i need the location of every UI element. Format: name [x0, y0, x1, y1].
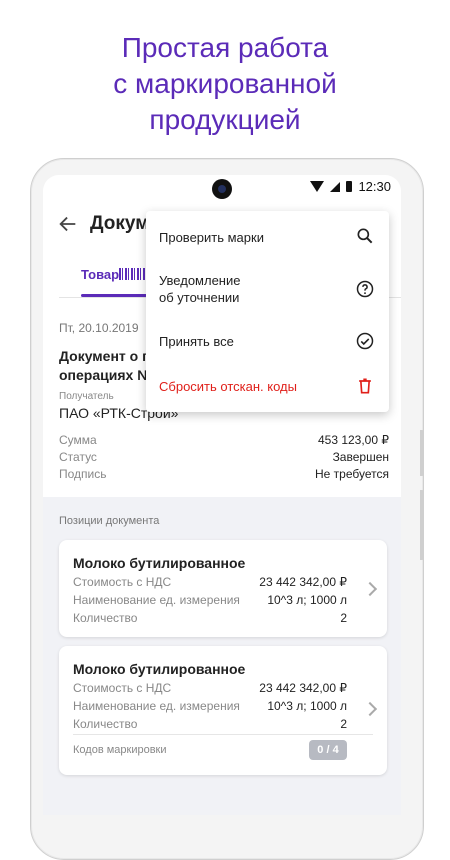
promo-headline: Простая работа с маркированной продукцие…: [0, 30, 450, 138]
row-label: Наименование ед. измерения: [73, 593, 240, 607]
row-label: Стоимость с НДС: [73, 575, 172, 589]
search-icon: [357, 228, 373, 244]
signal-icon: [330, 181, 341, 192]
phone-volume-button: [420, 430, 424, 476]
front-camera: [212, 179, 232, 199]
row-value: 10^3 л; 1000 л: [267, 699, 347, 713]
document-title-line-2: операциях №: [59, 367, 153, 383]
barcode-icon: [119, 268, 145, 280]
row-value: 23 442 342,00 ₽: [259, 681, 347, 695]
field-value: Завершен: [332, 450, 389, 464]
document-date: Пт, 20.10.2019: [59, 321, 139, 335]
menu-item-check-marks[interactable]: Проверить марки: [146, 211, 389, 261]
field-label: Подпись: [59, 467, 107, 481]
help-circle-icon: [356, 280, 374, 298]
position-title: Молоко бутилированное: [73, 555, 246, 571]
marking-codes-badge: 0 / 4: [309, 740, 347, 760]
row-value: 10^3 л; 1000 л: [267, 593, 347, 607]
menu-item-label: Принять все: [159, 334, 234, 349]
menu-item-label: Уведомление об уточнении: [159, 272, 240, 306]
phone-power-button: [420, 490, 424, 560]
menu-item-label: Сбросить отскан. коды: [159, 379, 297, 394]
field-label: Статус: [59, 450, 97, 464]
wifi-icon: [310, 181, 325, 192]
menu-item-label-line-2: об уточнении: [159, 290, 240, 305]
chevron-right-icon: [362, 701, 378, 717]
recipient-label: Получатель: [59, 391, 114, 402]
status-bar: 12:30: [43, 175, 401, 199]
tab-indicator: [81, 294, 147, 297]
menu-item-accept-all[interactable]: Принять все: [146, 317, 389, 363]
menu-item-clarification[interactable]: Уведомление об уточнении: [146, 261, 389, 317]
row-value: 2: [340, 611, 347, 625]
field-value: Не требуется: [315, 467, 389, 481]
field-label: Сумма: [59, 433, 97, 447]
row-value: 23 442 342,00 ₽: [259, 575, 347, 589]
menu-item-reset-codes[interactable]: Сбросить отскан. коды: [146, 363, 389, 412]
chevron-right-icon: [362, 581, 378, 597]
position-title: Молоко бутилированное: [73, 661, 246, 677]
document-title: Документ о п операциях №: [59, 347, 155, 385]
promo-line-2: с маркированной: [113, 68, 337, 99]
position-card[interactable]: Молоко бутилированное Стоимость с НДС 23…: [59, 646, 387, 775]
position-card[interactable]: Молоко бутилированное Стоимость с НДС 23…: [59, 540, 387, 637]
row-label: Стоимость с НДС: [73, 681, 172, 695]
back-arrow-icon[interactable]: [57, 213, 79, 235]
trash-icon: [359, 378, 371, 394]
row-label: Количество: [73, 717, 138, 731]
row-value: 2: [340, 717, 347, 731]
menu-item-label-line-1: Уведомление: [159, 273, 241, 288]
document-title-line-1: Документ о п: [59, 348, 151, 364]
promo-line-3: продукцией: [149, 104, 301, 135]
battery-icon: [346, 181, 353, 192]
row-label: Наименование ед. измерения: [73, 699, 240, 713]
field-value: 453 123,00 ₽: [317, 433, 389, 447]
promo-line-1: Простая работа: [121, 32, 329, 63]
check-circle-icon: [356, 332, 374, 350]
menu-item-label: Проверить марки: [159, 230, 264, 245]
positions-section-title: Позиции документа: [59, 515, 160, 527]
status-time: 12:30: [358, 179, 391, 194]
marking-codes-label: Кодов маркировки: [73, 744, 167, 756]
row-label: Количество: [73, 611, 138, 625]
tab-goods[interactable]: Товар: [81, 267, 119, 282]
overflow-menu: Проверить марки Уведомление об уточнении…: [146, 211, 389, 412]
card-divider: [73, 734, 373, 735]
